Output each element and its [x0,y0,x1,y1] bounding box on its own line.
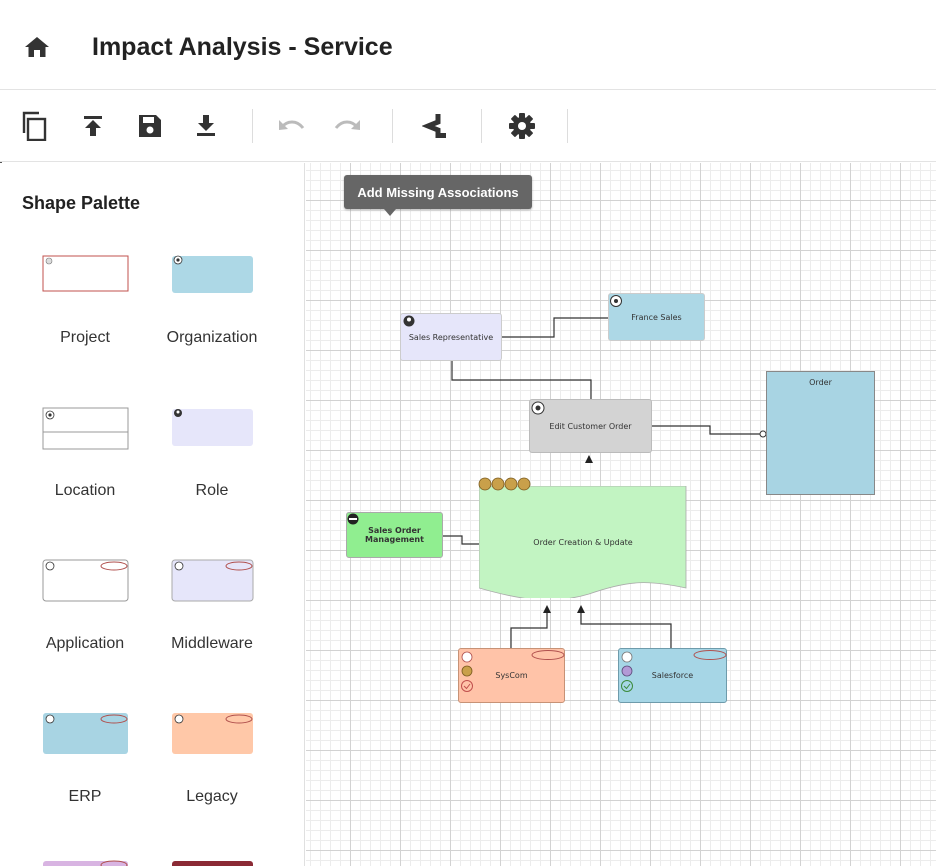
toolbar-separator [481,109,482,143]
badge-icons [478,477,531,491]
redo-icon[interactable] [332,110,364,142]
node-label: France Sales [631,312,682,322]
save-icon[interactable] [134,110,166,142]
node-label: Order [809,378,832,387]
shape-palette: Shape Palette Project Organization Locat… [0,163,305,866]
node-sales-order-management[interactable]: Sales Order Management [346,512,443,558]
palette-item-middleware[interactable]: Middleware [147,469,277,652]
page-title: Impact Analysis - Service [92,33,393,61]
node-salesforce[interactable]: Salesforce [618,648,727,703]
node-label: Sales Order Management [365,526,424,544]
capability-icon [347,513,359,525]
node-sales-representative[interactable]: Sales Representative [400,313,502,361]
node-order-creation-update[interactable]: Order Creation & Update [478,477,687,598]
node-edit-customer-order[interactable]: Edit Customer Order [529,399,652,453]
palette-item-project[interactable]: Project [20,163,150,346]
palette-item-erp[interactable]: ERP [20,622,150,805]
organization-icon [610,295,622,307]
palette-item-partial[interactable] [42,860,130,866]
toolbar-separator [252,109,253,143]
undo-icon[interactable] [275,110,307,142]
toolbar-separator [392,109,393,143]
palette-item-location[interactable]: Location [20,316,150,499]
palette-item-role[interactable]: Role [147,316,277,499]
header: Impact Analysis - Service [0,0,936,90]
share-icon[interactable] [420,110,452,142]
node-syscom[interactable]: SysCom [458,648,565,703]
palette-item-legacy[interactable]: Legacy [147,622,277,805]
node-france-sales[interactable]: France Sales [608,293,705,341]
node-label: Order Creation & Update [533,537,633,547]
node-decorations [461,650,565,692]
home-icon[interactable] [24,36,50,58]
role-icon [403,315,415,327]
palette-item-label: ERP [68,788,102,805]
diagram-canvas[interactable]: Add Missing Associations Sales Represent… [306,163,936,866]
node-order[interactable]: Order [766,371,875,495]
palette-item-label: Legacy [186,788,238,805]
process-icon [531,401,545,415]
palette-item-application[interactable]: Application [20,469,150,652]
palette-item-partial[interactable] [171,860,255,866]
node-label: Edit Customer Order [549,421,632,431]
download-icon[interactable] [190,110,222,142]
settings-icon[interactable] [506,110,538,142]
upload-icon[interactable] [77,110,109,142]
node-label: Sales Representative [408,332,494,342]
copy-icon[interactable] [18,110,50,142]
toolbar [0,90,936,162]
node-decorations [621,650,727,692]
toolbar-separator [567,109,568,143]
palette-item-organization[interactable]: Organization [147,163,277,346]
